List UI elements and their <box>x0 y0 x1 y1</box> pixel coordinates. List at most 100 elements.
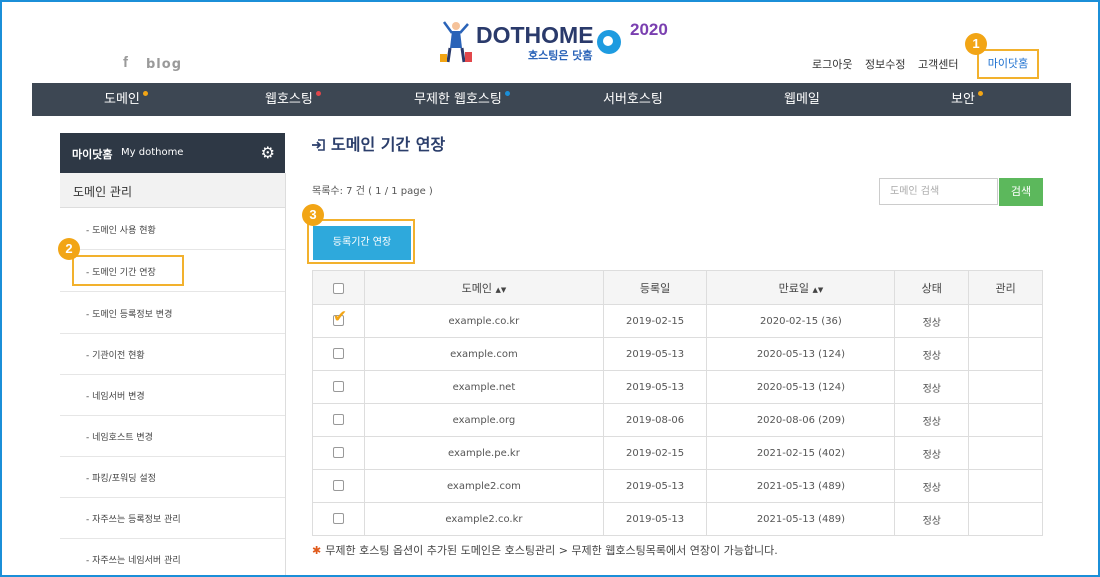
footnote-text: 무제한 호스팅 옵션이 추가된 도메인은 호스팅관리 > 무제한 웹호스팅목록에… <box>325 544 778 557</box>
sort-icon: ▲▼ <box>495 285 507 294</box>
sidebar-item-namehost-change[interactable]: - 네임호스트 변경 <box>60 415 285 457</box>
page-title: 도메인 기간 연장 <box>312 131 445 155</box>
cell-manage <box>968 337 1043 371</box>
column-status: 상태 <box>894 270 970 305</box>
column-registered: 등록일 <box>602 270 708 305</box>
row-checkbox[interactable] <box>333 513 345 525</box>
domain-table: 도메인 ▲▼ 등록일 만료일 ▲▼ 상태 관리 ✔ example.co.kr … <box>311 270 1043 536</box>
nav-label: 보안 <box>951 92 975 107</box>
checkbox-cell <box>311 337 366 371</box>
logo-title: DOTHOME <box>476 22 594 48</box>
cell-manage <box>968 403 1043 437</box>
cell-domain: example.pe.kr <box>364 436 604 470</box>
cell-status: 정상 <box>894 403 970 437</box>
sidebar-title: 마이닷홈 <box>72 148 113 161</box>
nav-dot-icon <box>142 91 148 96</box>
list-count: 목록수: 7 건 ( 1 / 1 page ) <box>312 186 433 197</box>
blog-link[interactable]: blog <box>146 57 182 72</box>
page-title-text: 도메인 기간 연장 <box>331 135 446 154</box>
sort-icon: ▲▼ <box>812 285 824 294</box>
nav-label: 도메인 <box>104 92 140 107</box>
sign-in-icon <box>312 139 325 151</box>
nav-item-security[interactable]: 보안 <box>951 83 983 116</box>
sidebar-item-label: - 자주쓰는 네임서버 관리 <box>86 556 181 566</box>
main-nav: 도메인 웹호스팅 무제한 웹호스팅 서버호스팅 웹메일 보안 <box>32 83 1071 116</box>
table-row: example2.co.kr 2019-05-13 2021-05-13 (48… <box>311 502 1043 536</box>
nav-item-unlimited-webhosting[interactable]: 무제한 웹호스팅 <box>414 83 510 116</box>
step-badge-3: 3 <box>302 204 324 226</box>
column-manage: 관리 <box>968 270 1043 305</box>
table-row: ✔ example.co.kr 2019-02-15 2020-02-15 (3… <box>311 304 1043 338</box>
sidebar-item-frequent-nameserver[interactable]: - 자주쓰는 네임서버 관리 <box>60 538 285 575</box>
nav-label: 웹메일 <box>784 92 820 107</box>
table-row: example.org 2019-08-06 2020-08-06 (209) … <box>311 403 1043 437</box>
step-badge-1: 1 <box>965 33 987 55</box>
select-all-cell <box>311 270 366 305</box>
sidebar: 도메인 관리 - 도메인 사용 현황 - 도메인 기간 연장 - 도메인 등록정… <box>60 173 286 575</box>
row-checkbox[interactable]: ✔ <box>333 307 347 327</box>
nav-item-webhosting[interactable]: 웹호스팅 <box>265 83 321 116</box>
cell-manage <box>968 436 1043 470</box>
sidebar-category: 도메인 관리 <box>60 173 285 208</box>
nav-dot-icon <box>315 91 321 96</box>
asterisk-icon: ✱ <box>312 544 322 557</box>
cell-manage <box>968 304 1043 338</box>
cell-manage <box>968 370 1043 404</box>
facebook-icon[interactable]: f <box>123 54 128 71</box>
cell-expires: 2020-02-15 (36) <box>706 304 896 338</box>
search-button[interactable]: 검색 <box>999 178 1043 206</box>
nav-item-server-hosting[interactable]: 서버호스팅 <box>603 83 663 116</box>
sidebar-item-label: - 네임서버 변경 <box>86 392 145 402</box>
select-all-checkbox[interactable] <box>333 282 345 294</box>
cell-expires: 2021-02-15 (402) <box>706 436 896 470</box>
table-row: example.pe.kr 2019-02-15 2021-02-15 (402… <box>311 436 1043 470</box>
cell-manage <box>968 502 1043 536</box>
cell-expires: 2021-05-13 (489) <box>706 502 896 536</box>
sidebar-item-domain-usage[interactable]: - 도메인 사용 현황 <box>60 208 285 250</box>
cell-expires: 2020-08-06 (209) <box>706 403 896 437</box>
sidebar-item-registration-change[interactable]: - 도메인 등록정보 변경 <box>60 292 285 334</box>
cell-registered: 2019-08-06 <box>602 403 708 437</box>
cell-expires: 2021-05-13 (489) <box>706 469 896 503</box>
cell-domain: example.org <box>364 403 604 437</box>
column-expires[interactable]: 만료일 ▲▼ <box>706 270 896 305</box>
sidebar-item-parking-forwarding[interactable]: - 파킹/포워딩 설정 <box>60 456 285 498</box>
myhome-link[interactable]: 마이닷홈 <box>977 49 1039 79</box>
footnote: ✱ 무제한 호스팅 옵션이 추가된 도메인은 호스팅관리 > 무제한 웹호스팅목록… <box>312 542 778 558</box>
sidebar-category-label: 도메인 관리 <box>73 185 133 199</box>
top-links: 로그아웃 정보수정 고객센터 <box>812 56 967 72</box>
sidebar-item-nameserver-change[interactable]: - 네임서버 변경 <box>60 374 285 416</box>
step-badge-2: 2 <box>58 238 80 260</box>
logo-d-icon <box>597 30 621 54</box>
domain-search-input[interactable]: 도메인 검색 <box>879 178 998 205</box>
nav-dot-icon <box>504 91 510 96</box>
sidebar-item-transfer-status[interactable]: - 기관이전 현황 <box>60 333 285 375</box>
row-checkbox[interactable] <box>333 480 345 492</box>
customer-center-link[interactable]: 고객센터 <box>918 58 958 71</box>
gear-icon[interactable]: ⚙ <box>261 143 275 162</box>
logout-link[interactable]: 로그아웃 <box>812 58 852 71</box>
nav-item-webmail[interactable]: 웹메일 <box>784 83 820 116</box>
row-checkbox[interactable] <box>333 348 345 360</box>
dothome-logo[interactable]: DOTHOME 2020 호스팅은 닷홈 <box>432 16 682 68</box>
column-domain[interactable]: 도메인 ▲▼ <box>364 270 604 305</box>
sidebar-item-label: - 기관이전 현황 <box>86 351 145 361</box>
cell-registered: 2019-05-13 <box>602 337 708 371</box>
cell-status: 정상 <box>894 469 970 503</box>
cell-domain: example2.com <box>364 469 604 503</box>
nav-item-domain[interactable]: 도메인 <box>104 83 148 116</box>
cell-registered: 2019-05-13 <box>602 370 708 404</box>
row-checkbox[interactable] <box>333 381 345 393</box>
extend-period-button[interactable]: 등록기간 연장 <box>313 226 411 260</box>
checkbox-cell <box>311 502 366 536</box>
sidebar-item-frequent-registration[interactable]: - 자주쓰는 등록정보 관리 <box>60 497 285 539</box>
sidebar-item-label: - 도메인 등록정보 변경 <box>86 310 173 320</box>
logo-subtitle: 호스팅은 닷홈 <box>528 49 593 62</box>
cell-registered: 2019-02-15 <box>602 436 708 470</box>
cell-expires: 2020-05-13 (124) <box>706 337 896 371</box>
row-checkbox[interactable] <box>333 447 345 459</box>
row-checkbox[interactable] <box>333 414 345 426</box>
edit-profile-link[interactable]: 정보수정 <box>865 58 905 71</box>
cell-status: 정상 <box>894 337 970 371</box>
nav-dot-icon <box>977 91 983 96</box>
